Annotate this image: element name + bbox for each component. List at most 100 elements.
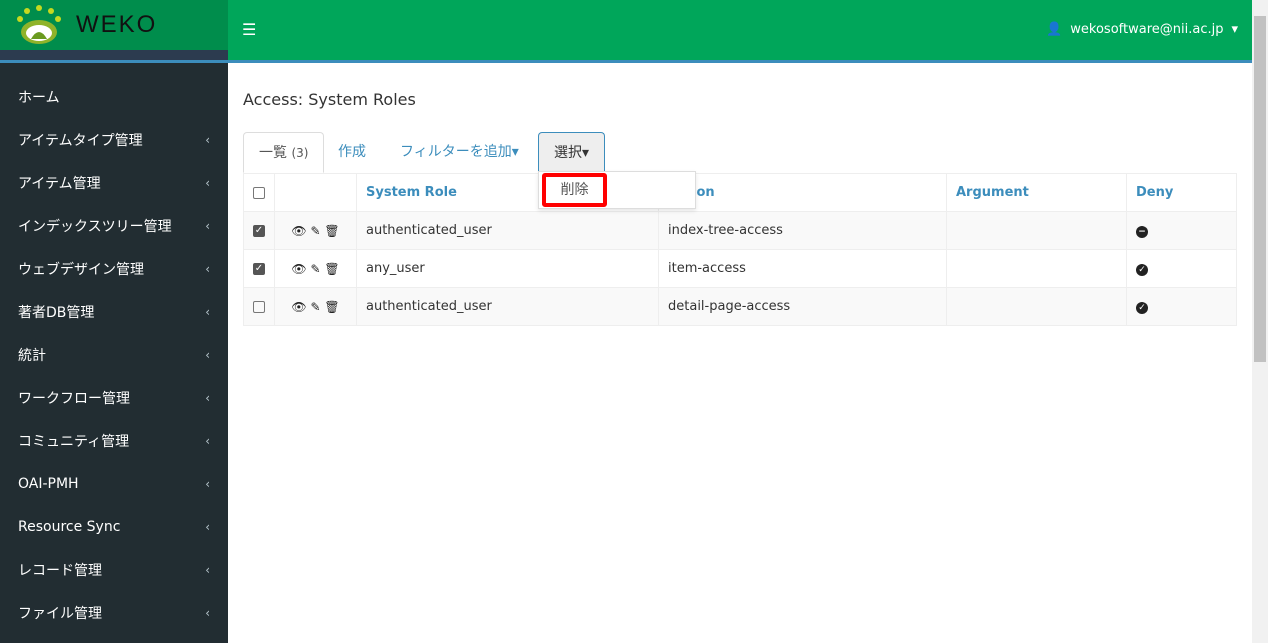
tab-list[interactable]: 一覧 (3) — [243, 132, 325, 173]
caret-down-icon: ▾ — [582, 145, 590, 161]
cell-argument — [946, 287, 1127, 326]
delete-icon[interactable]: 🗑 — [324, 224, 339, 238]
tab-create[interactable]: 作成 — [323, 132, 381, 173]
user-email: wekosoftware@nii.ac.jp — [1070, 22, 1224, 37]
select-all-cell — [243, 173, 275, 212]
cell-argument — [946, 249, 1127, 288]
cell-role: authenticated_user — [356, 211, 659, 250]
main-content: Access: System Roles 一覧 (3) 作成 フィルターを追加▾… — [228, 63, 1252, 643]
sidebar-item[interactable]: レコード管理 ‹ — [0, 548, 228, 591]
chevron-left-icon: ‹ — [205, 390, 210, 405]
row-actions: 👁 ✎ 🗑 — [274, 211, 357, 250]
logo-strip — [0, 50, 228, 60]
sidebar-item-label: 著者DB管理 — [18, 304, 95, 321]
row-checkbox[interactable] — [253, 300, 265, 313]
table-row: ✓ 👁 ✎ 🗑 authenticated_user index-tree-ac… — [243, 211, 1237, 250]
tab-list-count: (3) — [291, 146, 309, 160]
logo[interactable]: WEKO — [0, 0, 228, 50]
edit-icon[interactable]: ✎ — [310, 300, 320, 314]
sidebar: ホーム アイテムタイプ管理 ‹ アイテム管理 ‹ インデックスツリー管理 ‹ ウェブデザイン管… — [0, 63, 228, 643]
chevron-left-icon: ‹ — [205, 562, 210, 577]
sidebar-item[interactable]: ファイル管理 ‹ — [0, 591, 228, 634]
row-actions: 👁 ✎ 🗑 — [274, 249, 357, 288]
header-action[interactable]: Action — [658, 173, 947, 212]
sidebar-item-label: アイテム管理 — [18, 175, 101, 192]
tab-select[interactable]: 選択▾ — [538, 132, 606, 173]
sidebar-item[interactable]: インデックスツリー管理 ‹ — [0, 204, 228, 247]
tab-add-filter[interactable]: フィルターを追加▾ — [385, 132, 534, 173]
select-all-checkbox[interactable] — [253, 186, 265, 199]
sidebar-item[interactable]: OAI-PMH ‹ — [0, 462, 228, 505]
chevron-left-icon: ‹ — [205, 476, 210, 491]
sidebar-item-label: OAI-PMH — [18, 475, 79, 492]
sidebar-item-label: 統計 — [18, 347, 46, 364]
sidebar-item[interactable]: アイテムタイプ管理 ‹ — [0, 118, 228, 161]
cell-role: any_user — [356, 249, 659, 288]
sidebar-item-label: ワークフロー管理 — [18, 390, 130, 407]
chevron-left-icon: ‹ — [205, 433, 210, 448]
sidebar-item[interactable]: アイテム管理 ‹ — [0, 161, 228, 204]
sidebar-item-label: アイテムタイプ管理 — [18, 132, 143, 149]
top-navbar: ☰ 👤 wekosoftware@nii.ac.jp ▾ — [228, 0, 1252, 60]
row-select-cell — [243, 287, 275, 326]
header-deny[interactable]: Deny — [1126, 173, 1237, 212]
sidebar-item[interactable]: ウェブデザイン管理 ‹ — [0, 247, 228, 290]
edit-icon[interactable]: ✎ — [310, 224, 320, 238]
row-checkbox[interactable]: ✓ — [253, 262, 265, 275]
weko-logo-icon — [17, 5, 61, 44]
sidebar-item-label: ファイル管理 — [18, 605, 102, 622]
sidebar-item-label: レコード管理 — [18, 562, 102, 579]
chevron-left-icon: ‹ — [205, 175, 210, 190]
scrollbar[interactable] — [1252, 0, 1268, 643]
edit-icon[interactable]: ✎ — [310, 262, 320, 276]
table-row: ✓ 👁 ✎ 🗑 any_user item-access ✓ — [243, 249, 1237, 288]
table-row: 👁 ✎ 🗑 authenticated_user detail-page-acc… — [243, 287, 1237, 326]
view-icon[interactable]: 👁 — [291, 300, 306, 314]
user-menu[interactable]: 👤 wekosoftware@nii.ac.jp ▾ — [1046, 22, 1238, 37]
sidebar-item-label: ウェブデザイン管理 — [18, 261, 144, 278]
sidebar-item[interactable]: ホーム — [0, 75, 228, 118]
row-checkbox[interactable]: ✓ — [253, 224, 265, 237]
sidebar-item[interactable]: 著者DB管理 ‹ — [0, 290, 228, 333]
chevron-left-icon: ‹ — [205, 132, 210, 147]
cell-deny: − — [1126, 211, 1237, 250]
caret-down-icon: ▾ — [1231, 22, 1238, 37]
chevron-left-icon: ‹ — [205, 519, 210, 534]
page-title: Access: System Roles — [243, 90, 416, 109]
delete-icon[interactable]: 🗑 — [324, 300, 339, 314]
cell-argument — [946, 211, 1127, 250]
delete-icon[interactable]: 🗑 — [324, 262, 339, 276]
row-select-cell: ✓ — [243, 211, 275, 250]
tabs: 一覧 (3) 作成 フィルターを追加▾ 選択▾ — [243, 132, 1237, 173]
chevron-left-icon: ‹ — [205, 605, 210, 620]
tab-list-label: 一覧 — [259, 145, 287, 161]
chevron-left-icon: ‹ — [205, 261, 210, 276]
tab-filter-label: フィルターを追加 — [400, 144, 512, 160]
row-actions: 👁 ✎ 🗑 — [274, 287, 357, 326]
caret-down-icon: ▾ — [511, 144, 519, 160]
chevron-left-icon: ‹ — [205, 347, 210, 362]
select-dropdown-menu: 削除 — [538, 171, 696, 209]
check-circle-icon: ✓ — [1136, 302, 1148, 314]
logo-text: WEKO — [76, 11, 158, 38]
sidebar-item[interactable]: Resource Sync ‹ — [0, 505, 228, 548]
user-icon: 👤 — [1046, 22, 1063, 37]
check-circle-icon: ✓ — [1136, 264, 1148, 276]
sidebar-item-label: インデックスツリー管理 — [18, 218, 172, 235]
sidebar-item[interactable]: 統計 ‹ — [0, 333, 228, 376]
sidebar-item-label: ホーム — [18, 89, 60, 106]
scrollbar-thumb[interactable] — [1254, 16, 1266, 362]
menu-toggle-icon[interactable]: ☰ — [242, 20, 256, 39]
cell-action: index-tree-access — [658, 211, 947, 250]
view-icon[interactable]: 👁 — [291, 262, 306, 276]
delete-menu-item[interactable]: 削除 — [542, 173, 607, 207]
chevron-left-icon: ‹ — [205, 218, 210, 233]
row-select-cell: ✓ — [243, 249, 275, 288]
header-argument[interactable]: Argument — [946, 173, 1127, 212]
sidebar-item[interactable]: コミュニティ管理 ‹ — [0, 419, 228, 462]
tab-select-label: 選択 — [554, 145, 582, 161]
cell-role: authenticated_user — [356, 287, 659, 326]
sidebar-item-label: コミュニティ管理 — [18, 433, 130, 450]
view-icon[interactable]: 👁 — [291, 224, 306, 238]
sidebar-item[interactable]: ワークフロー管理 ‹ — [0, 376, 228, 419]
